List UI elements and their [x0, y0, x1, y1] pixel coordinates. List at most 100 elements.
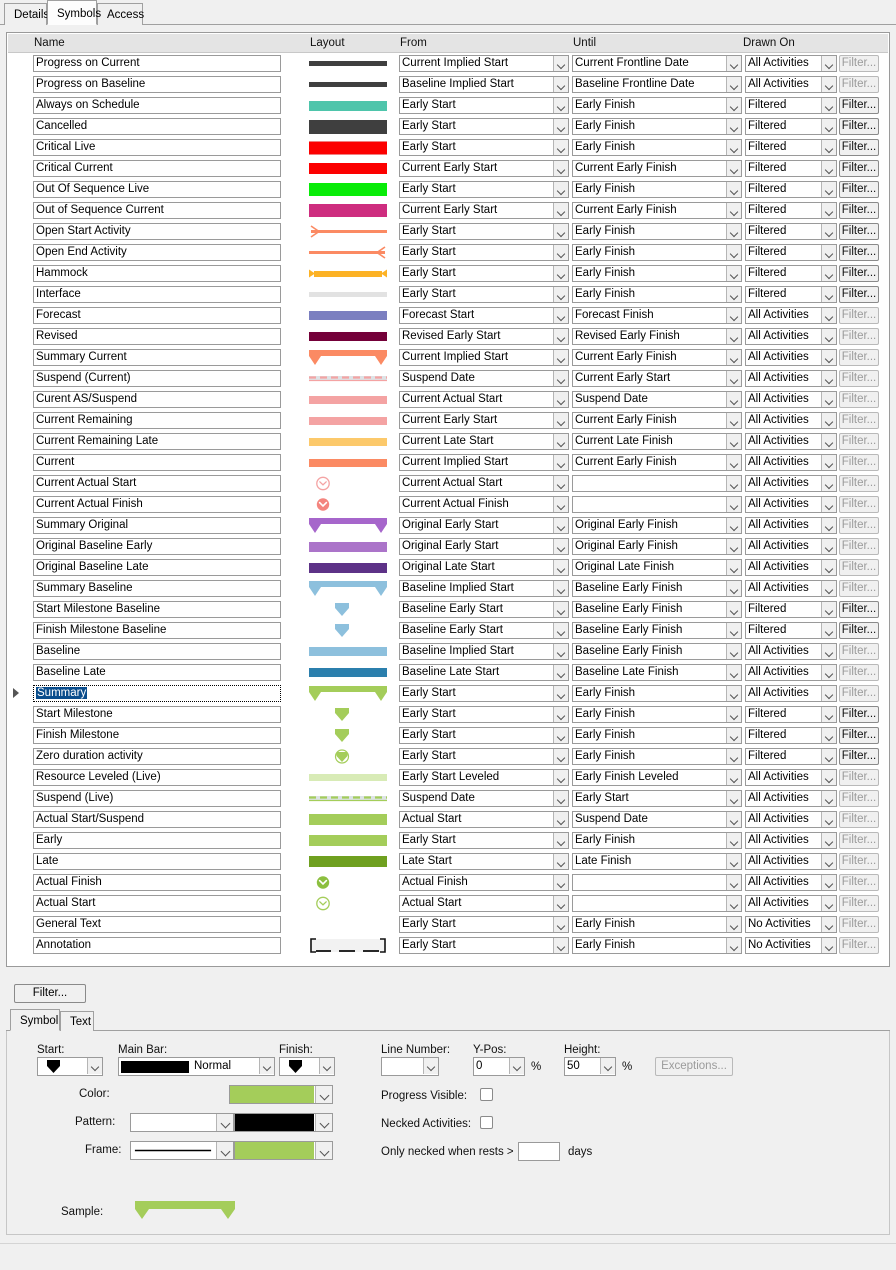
row-until-combo[interactable]: Early Finish [572, 286, 742, 303]
subtab-text[interactable]: Text [60, 1011, 94, 1031]
chevron-down-icon[interactable] [553, 665, 568, 680]
row-layout-symbol[interactable] [309, 200, 387, 221]
row-layout-symbol[interactable] [309, 662, 387, 683]
chevron-down-icon[interactable] [726, 434, 741, 449]
row-until-combo[interactable]: Early Finish [572, 97, 742, 114]
chevron-down-icon[interactable] [821, 329, 836, 344]
row-name-input[interactable]: Revised [33, 328, 281, 345]
chevron-down-icon[interactable] [821, 203, 836, 218]
row-until-combo[interactable]: Original Early Finish [572, 517, 742, 534]
row-name-input[interactable]: Critical Current [33, 160, 281, 177]
column-header-layout[interactable]: Layout [310, 37, 345, 49]
row-until-combo[interactable] [572, 475, 742, 492]
chevron-down-icon[interactable] [553, 140, 568, 155]
chevron-down-icon[interactable] [553, 56, 568, 71]
table-row[interactable]: Summary Baseline Baseline Implied Start Ba… [7, 578, 889, 599]
row-name-input[interactable]: Summary Baseline [33, 580, 281, 597]
table-row[interactable]: Resource Leveled (Live) Early Start Level… [7, 767, 889, 788]
table-row[interactable]: Critical Current Current Early Start Curre… [7, 158, 889, 179]
row-filter-button[interactable]: Filter... [839, 706, 879, 723]
row-filter-button[interactable]: Filter... [839, 454, 879, 471]
row-name-input[interactable]: Current Remaining Late [33, 433, 281, 450]
row-layout-symbol[interactable] [309, 767, 387, 788]
row-from-combo[interactable]: Original Early Start [399, 538, 569, 555]
tab-access[interactable]: Access [97, 3, 144, 25]
chevron-down-icon[interactable] [726, 140, 741, 155]
row-from-combo[interactable]: Current Actual Start [399, 391, 569, 408]
chevron-down-icon[interactable] [821, 896, 836, 911]
chevron-down-icon[interactable] [726, 518, 741, 533]
row-filter-button[interactable]: Filter... [839, 832, 879, 849]
row-drawn-on-combo[interactable]: Filtered [745, 244, 837, 261]
table-row[interactable]: Current Remaining Current Early Start Curr… [7, 410, 889, 431]
chevron-down-icon[interactable] [821, 854, 836, 869]
row-name-input[interactable]: Start Milestone [33, 706, 281, 723]
row-from-combo[interactable]: Current Early Start [399, 412, 569, 429]
row-filter-button[interactable]: Filter... [839, 874, 879, 891]
chevron-down-icon[interactable] [259, 1058, 274, 1074]
row-name-input[interactable]: Actual Start/Suspend [33, 811, 281, 828]
chevron-down-icon[interactable] [553, 728, 568, 743]
table-row[interactable]: Start Milestone Early Start Early Finish Fi… [7, 704, 889, 725]
row-name-input[interactable]: Current [33, 454, 281, 471]
row-until-combo[interactable]: Early Finish [572, 139, 742, 156]
row-name-input[interactable]: General Text [33, 916, 281, 933]
chevron-down-icon[interactable] [726, 287, 741, 302]
chevron-down-icon[interactable] [600, 1058, 615, 1074]
row-name-input[interactable]: Suspend (Live) [33, 790, 281, 807]
chevron-down-icon[interactable] [553, 203, 568, 218]
chevron-down-icon[interactable] [553, 707, 568, 722]
row-until-combo[interactable]: Early Finish Leveled [572, 769, 742, 786]
row-layout-symbol[interactable] [309, 347, 387, 368]
row-layout-symbol[interactable] [309, 431, 387, 452]
row-filter-button[interactable]: Filter... [839, 664, 879, 681]
chevron-down-icon[interactable] [726, 623, 741, 638]
row-filter-button[interactable]: Filter... [839, 853, 879, 870]
chevron-down-icon[interactable] [553, 896, 568, 911]
chevron-down-icon[interactable] [726, 455, 741, 470]
row-filter-button[interactable]: Filter... [839, 160, 879, 177]
chevron-down-icon[interactable] [821, 875, 836, 890]
row-name-input[interactable]: Cancelled [33, 118, 281, 135]
row-layout-symbol[interactable] [309, 620, 387, 641]
row-layout-symbol[interactable] [309, 557, 387, 578]
table-row[interactable]: Actual Start/Suspend Actual Start Suspend … [7, 809, 889, 830]
row-drawn-on-combo[interactable]: All Activities [745, 685, 837, 702]
table-row[interactable]: Progress on Current Current Implied Start… [7, 53, 889, 74]
row-name-input[interactable]: Annotation [33, 937, 281, 954]
row-filter-button[interactable]: Filter... [839, 286, 879, 303]
row-layout-symbol[interactable] [309, 263, 387, 284]
main-bar-combo[interactable]: Normal [118, 1057, 275, 1076]
row-layout-symbol[interactable] [309, 851, 387, 872]
row-drawn-on-combo[interactable]: All Activities [745, 790, 837, 807]
row-name-input[interactable]: Summary Original [33, 517, 281, 534]
table-row[interactable]: Progress on Baseline Baseline Implied Sta… [7, 74, 889, 95]
row-until-combo[interactable]: Original Late Finish [572, 559, 742, 576]
row-drawn-on-combo[interactable]: All Activities [745, 811, 837, 828]
chevron-down-icon[interactable] [821, 455, 836, 470]
row-layout-symbol[interactable] [309, 578, 387, 599]
table-row[interactable]: Current Remaining Late Current Late Start… [7, 431, 889, 452]
row-name-input[interactable]: Out Of Sequence Live [33, 181, 281, 198]
row-until-combo[interactable]: Early Finish [572, 748, 742, 765]
row-from-combo[interactable]: Original Late Start [399, 559, 569, 576]
row-drawn-on-combo[interactable]: All Activities [745, 580, 837, 597]
chevron-down-icon[interactable] [726, 602, 741, 617]
chevron-down-icon[interactable] [821, 140, 836, 155]
row-filter-button[interactable]: Filter... [839, 328, 879, 345]
chevron-down-icon[interactable] [553, 350, 568, 365]
only-necked-days-input[interactable] [518, 1142, 560, 1161]
row-drawn-on-combo[interactable]: All Activities [745, 307, 837, 324]
table-row[interactable]: Hammock Early Start Early Finish Filtered F… [7, 263, 889, 284]
row-drawn-on-combo[interactable]: Filtered [745, 181, 837, 198]
row-from-combo[interactable]: Current Implied Start [399, 55, 569, 72]
table-row[interactable]: Out Of Sequence Live Early Start Early Fin… [7, 179, 889, 200]
table-row[interactable]: Current Current Implied Start Current Earl… [7, 452, 889, 473]
row-filter-button[interactable]: Filter... [839, 244, 879, 261]
table-row[interactable]: Early Early Start Early Finish All Activiti… [7, 830, 889, 851]
row-drawn-on-combo[interactable]: All Activities [745, 349, 837, 366]
row-name-input[interactable]: Curent AS/Suspend [33, 391, 281, 408]
chevron-down-icon[interactable] [726, 854, 741, 869]
chevron-down-icon[interactable] [821, 98, 836, 113]
row-layout-symbol[interactable] [309, 242, 387, 263]
